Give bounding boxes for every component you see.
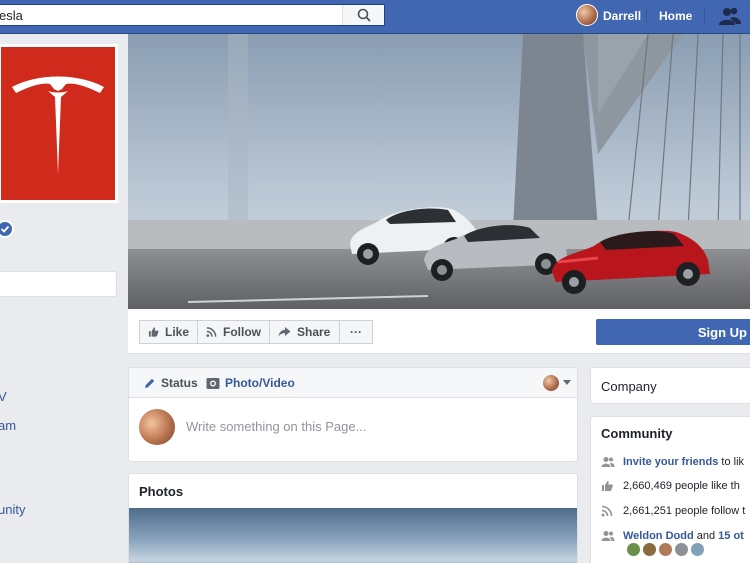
sign-up-button[interactable]: Sign Up bbox=[596, 319, 750, 345]
likes-row: 2,660,469 people like th bbox=[601, 480, 740, 492]
friend-avatar[interactable] bbox=[627, 543, 640, 556]
cover-photo[interactable] bbox=[128, 34, 750, 309]
facebook-page: Darrell Home V am unity bbox=[0, 0, 750, 563]
search-box[interactable] bbox=[0, 4, 385, 26]
composer-tabs: Status Photo/Video bbox=[129, 368, 577, 398]
top-navigation-bar: Darrell Home bbox=[0, 0, 750, 34]
friend-and-text: and bbox=[696, 530, 716, 542]
community-card: Community Invite your friends to lik 2,6… bbox=[590, 416, 750, 563]
invite-suffix: to lik bbox=[721, 456, 745, 468]
friend-avatars bbox=[627, 543, 704, 556]
verified-badge-icon bbox=[0, 220, 14, 238]
invite-friends-link[interactable]: Invite your friends bbox=[623, 456, 718, 468]
photos-section: Photos bbox=[128, 473, 578, 563]
like-button[interactable]: Like bbox=[139, 320, 198, 344]
friend-others-link[interactable]: 15 ot bbox=[718, 530, 744, 542]
camera-icon bbox=[206, 377, 220, 389]
left-search-field[interactable] bbox=[0, 271, 117, 297]
left-nav-item[interactable]: unity bbox=[0, 502, 25, 517]
follows-count-text: 2,661,251 people follow t bbox=[623, 505, 746, 517]
thumbs-up-icon bbox=[148, 327, 159, 337]
search-input[interactable] bbox=[0, 5, 337, 25]
share-button[interactable]: Share bbox=[269, 320, 340, 344]
people-icon bbox=[601, 457, 615, 467]
follow-button[interactable]: Follow bbox=[197, 320, 270, 344]
cover-image bbox=[128, 34, 750, 309]
search-icon bbox=[357, 8, 371, 22]
community-heading: Community bbox=[601, 426, 673, 441]
search-button[interactable] bbox=[342, 5, 384, 25]
like-label: Like bbox=[164, 325, 189, 339]
tab-photo-video[interactable]: Photo/Video bbox=[206, 376, 295, 390]
thumbs-up-icon bbox=[602, 481, 613, 491]
status-tab-label: Status bbox=[161, 376, 198, 390]
photo-video-tab-label: Photo/Video bbox=[225, 376, 295, 390]
follow-label: Follow bbox=[223, 325, 261, 339]
tab-status[interactable]: Status bbox=[143, 376, 198, 390]
left-nav-item[interactable]: am bbox=[0, 418, 16, 433]
page-action-bar: Like Follow Share ··· bbox=[128, 309, 578, 354]
user-name-link[interactable]: Darrell bbox=[603, 9, 641, 23]
more-options-icon: ··· bbox=[350, 325, 362, 339]
left-nav-item[interactable]: V bbox=[0, 389, 7, 404]
friend-requests-icon[interactable] bbox=[718, 6, 742, 26]
post-as-avatar[interactable] bbox=[543, 375, 559, 391]
friend-avatar[interactable] bbox=[691, 543, 704, 556]
likes-count-text: 2,660,469 people like th bbox=[623, 480, 740, 492]
rss-follow-icon bbox=[601, 505, 613, 517]
chevron-down-icon[interactable] bbox=[563, 380, 571, 385]
photos-heading[interactable]: Photos bbox=[139, 484, 183, 499]
follows-row: 2,661,251 people follow t bbox=[601, 505, 745, 517]
friend-avatar[interactable] bbox=[659, 543, 672, 556]
company-card: Company bbox=[590, 367, 750, 404]
invite-friends-row: Invite your friends to lik bbox=[601, 456, 744, 468]
post-composer: Status Photo/Video Write something on th… bbox=[128, 367, 578, 462]
home-link[interactable]: Home bbox=[659, 9, 692, 23]
user-avatar[interactable] bbox=[576, 4, 598, 26]
share-arrow-icon bbox=[278, 327, 291, 337]
friends-like-row: Weldon Dodd and 15 ot bbox=[601, 530, 744, 542]
friend-avatar[interactable] bbox=[675, 543, 688, 556]
nav-divider bbox=[646, 9, 647, 23]
composer-avatar bbox=[139, 409, 175, 445]
composer-input[interactable]: Write something on this Page... bbox=[186, 419, 366, 434]
nav-divider bbox=[704, 9, 705, 23]
pencil-icon bbox=[145, 378, 155, 388]
people-icon bbox=[601, 531, 615, 541]
friend-avatar[interactable] bbox=[643, 543, 656, 556]
rss-follow-icon bbox=[206, 327, 217, 338]
more-options-button[interactable]: ··· bbox=[339, 320, 373, 344]
category-label: Company bbox=[601, 379, 657, 394]
tesla-logo-icon bbox=[12, 76, 104, 174]
photo-thumbnail[interactable] bbox=[129, 508, 577, 563]
friend-name-link[interactable]: Weldon Dodd bbox=[623, 530, 694, 542]
page-profile-picture[interactable] bbox=[0, 44, 118, 203]
share-label: Share bbox=[297, 325, 331, 339]
